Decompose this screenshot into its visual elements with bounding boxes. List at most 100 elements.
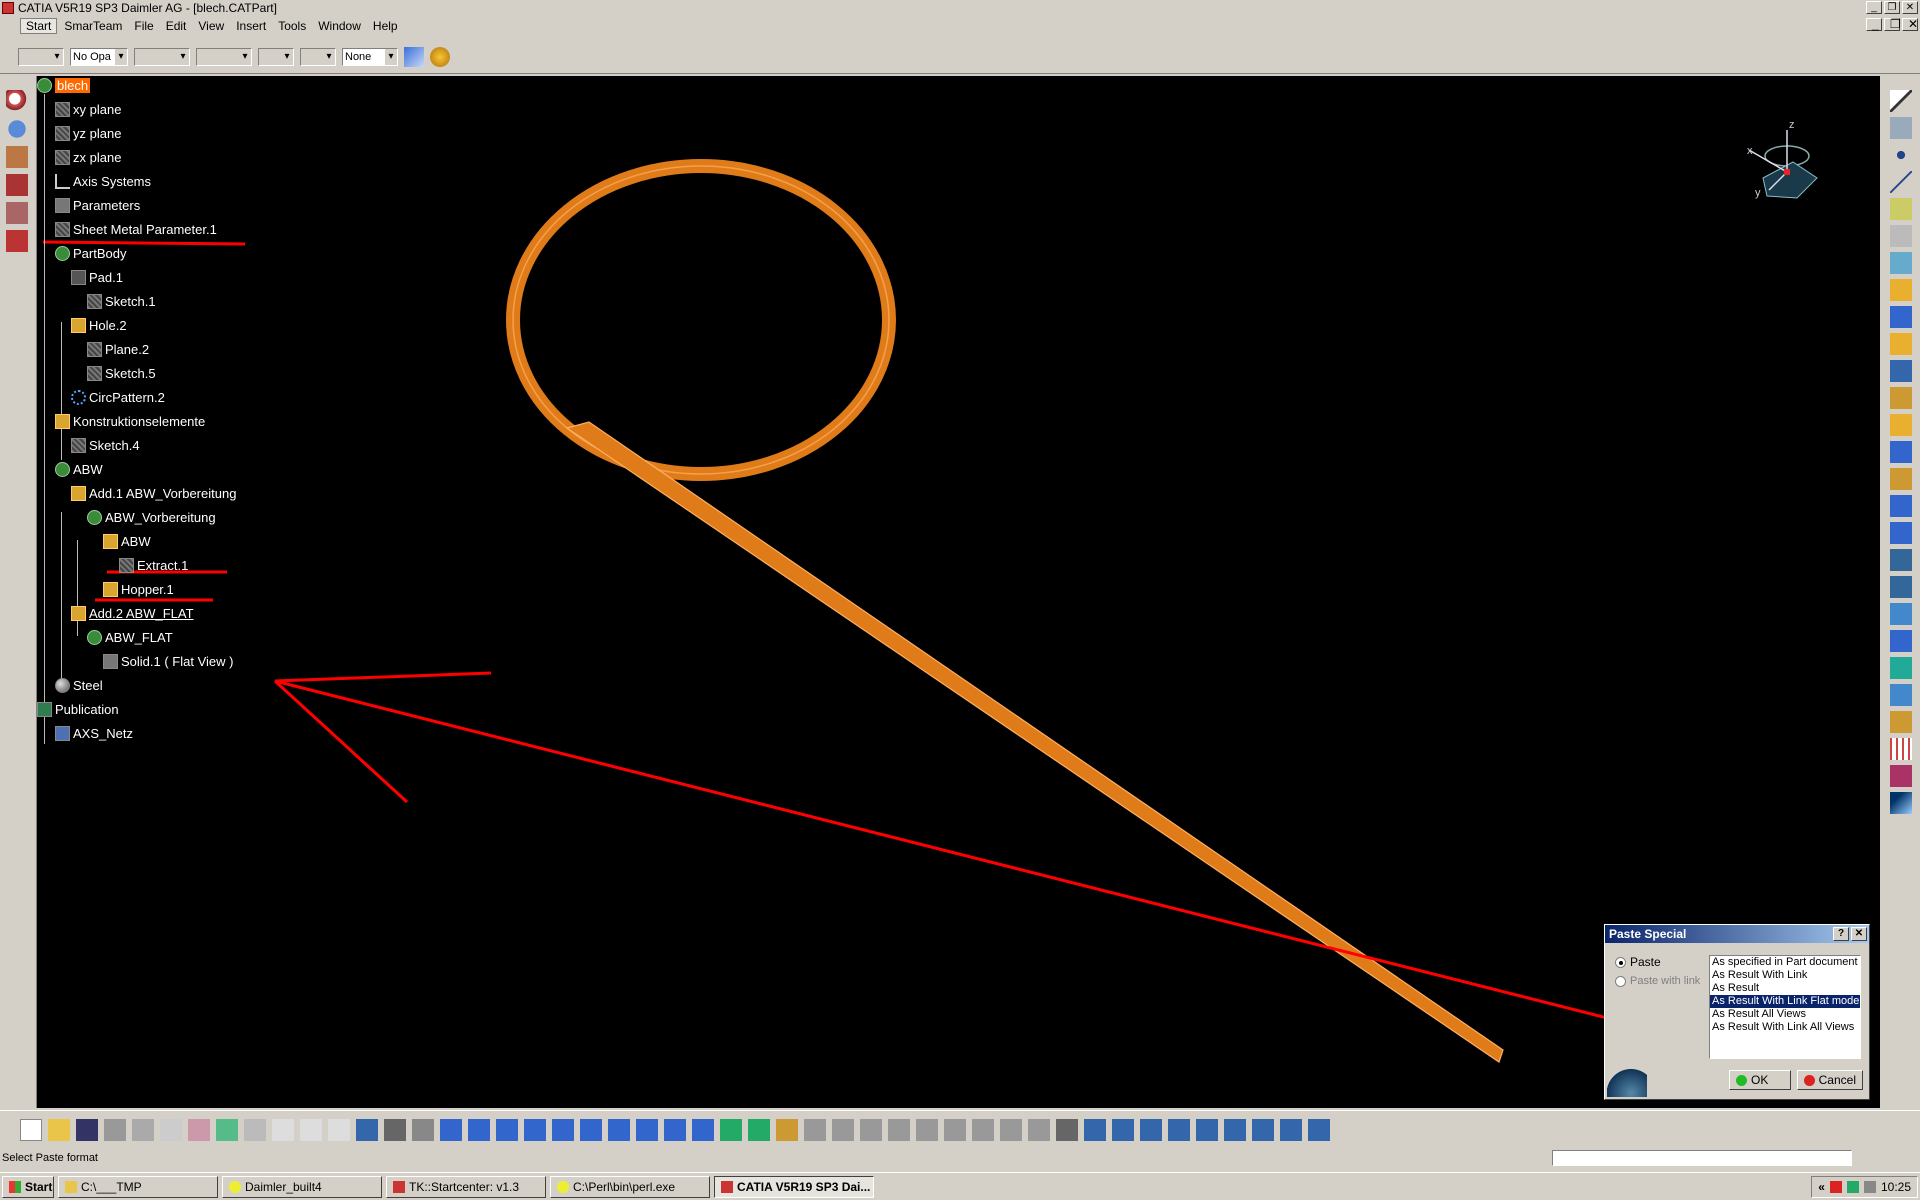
light-icon[interactable] [328,1118,350,1141]
list-item-as-result-all-views[interactable]: As Result All Views [1710,1008,1860,1021]
corner-relief-icon[interactable] [1890,441,1912,463]
paste-format-list[interactable]: As specified in Part document As Result … [1709,955,1861,1059]
dialog-close-button[interactable]: ✕ [1851,927,1867,941]
stiffener-icon[interactable] [1890,549,1912,571]
tree-item-hole[interactable]: Hole.2 [71,316,127,334]
tree-item-axis-systems[interactable]: Axis Systems [55,172,151,190]
radio-dot-selected[interactable] [1615,956,1626,968]
swap-space-icon[interactable] [748,1118,770,1141]
menu-insert[interactable]: Insert [231,19,271,33]
tree-root-blech[interactable]: blech [37,76,91,94]
dialog-title-bar[interactable]: Paste Special ? ✕ [1605,925,1869,943]
tree-item-zx-plane[interactable]: zx plane [55,148,121,166]
sheet-3-icon[interactable] [888,1118,910,1141]
sheet-5-icon[interactable] [944,1118,966,1141]
select-icon[interactable] [1890,90,1912,112]
menu-file[interactable]: File [129,19,158,33]
knowledge-tool-icon[interactable] [384,1118,406,1141]
sketch-tool-icon[interactable] [1890,117,1912,139]
info-icon[interactable] [6,118,28,140]
bend-icon[interactable] [1890,279,1912,301]
workbench-6-icon[interactable] [1224,1118,1246,1141]
unfold-icon[interactable] [1890,306,1912,328]
network-icon[interactable] [1846,1181,1859,1193]
hole-tool-icon[interactable] [1890,414,1912,436]
list-item-as-specified[interactable]: As specified in Part document [1710,956,1860,969]
copy-icon[interactable] [160,1118,182,1141]
tree-item-circpattern[interactable]: CircPattern.2 [71,388,165,406]
measure-icon[interactable] [6,230,28,252]
taskbar-item-catia[interactable]: CATIA V5R19 SP3 Dai... [714,1175,874,1198]
volume-icon[interactable] [1863,1181,1876,1193]
clock[interactable]: 10:25 [1881,1180,1911,1194]
tree-item-partbody[interactable]: PartBody [55,244,126,262]
sheet-icon[interactable] [832,1118,854,1141]
tree-item-axs-netz[interactable]: AXS_Netz [55,724,133,742]
iso-view-icon[interactable] [664,1118,686,1141]
line-type-combo[interactable] [134,47,190,66]
list-item-as-result-with-link[interactable]: As Result With Link [1710,969,1860,982]
fold-icon[interactable] [1890,333,1912,355]
tree-item-plane-2[interactable]: Plane.2 [87,340,149,358]
tree-item-abw[interactable]: ABW [55,460,103,478]
search-icon[interactable] [6,90,28,112]
workbench-4-icon[interactable] [1168,1118,1190,1141]
menu-edit[interactable]: Edit [161,19,192,33]
taskbar-item-daimler[interactable]: Daimler_built4 [222,1175,382,1198]
doc-minimize-button[interactable]: _ [1866,18,1882,31]
new-icon[interactable] [20,1118,42,1141]
workbench-9-icon[interactable] [1308,1118,1330,1141]
workbench-8-icon[interactable] [1280,1118,1302,1141]
hide-show-icon[interactable] [720,1118,742,1141]
layer-icon[interactable] [1890,684,1912,706]
catalog-icon[interactable] [6,174,28,196]
fit-all-icon[interactable] [468,1118,490,1141]
tree-item-add-2[interactable]: Add.2 ABW_FLAT [71,604,194,622]
opacity-combo[interactable]: No Opa [70,47,128,66]
menu-tools[interactable]: Tools [273,19,311,33]
table-icon[interactable] [356,1118,378,1141]
restore-button[interactable]: ❐ [1884,1,1900,14]
workbench-5-icon[interactable] [1196,1118,1218,1141]
sheet-6-icon[interactable] [972,1118,994,1141]
scan-icon[interactable] [1056,1118,1078,1141]
render-style-icon[interactable] [692,1118,714,1141]
point-icon[interactable] [1890,144,1912,166]
tree-item-publication[interactable]: Publication [37,700,119,718]
list-item-as-result[interactable]: As Result [1710,982,1860,995]
normal-view-icon[interactable] [608,1118,630,1141]
taskbar-item-startcenter[interactable]: TK::Startcenter: v1.3 [386,1175,546,1198]
start-button[interactable]: Start [2,1175,54,1198]
doc-restore-button[interactable]: ❐ [1884,18,1901,31]
tree-item-hopper[interactable]: Hopper.1 [103,580,174,598]
tree-item-abw-flat[interactable]: ABW_FLAT [87,628,173,646]
pattern-icon[interactable] [1890,468,1912,490]
tree-item-abw-set[interactable]: ABW [103,532,151,550]
tree-item-steel[interactable]: Steel [55,676,103,694]
tree-item-add-1[interactable]: Add.1 ABW_Vorbereitung [71,484,236,502]
menu-smarteam[interactable]: SmarTeam [59,19,127,33]
cutout-icon[interactable] [1890,387,1912,409]
comment-icon[interactable] [300,1118,322,1141]
tree-item-extract[interactable]: Extract.1 [119,556,188,574]
macro-icon[interactable] [6,202,28,224]
rendering-style-combo[interactable] [300,47,336,66]
tree-item-solid-flat-view[interactable]: Solid.1 ( Flat View ) [103,652,233,670]
tree-item-yz-plane[interactable]: yz plane [55,124,121,142]
measure-tool-icon[interactable] [1890,711,1912,733]
open-icon[interactable] [48,1118,70,1141]
tree-item-xy-plane[interactable]: xy plane [55,100,121,118]
surface-stamp-icon[interactable] [1890,576,1912,598]
box-icon[interactable] [1890,630,1912,652]
antivirus-icon[interactable] [1829,1181,1842,1193]
knowledge-icon[interactable] [6,146,28,168]
formula-icon[interactable] [272,1118,294,1141]
command-input[interactable] [1552,1150,1852,1166]
menu-window[interactable]: Window [313,19,366,33]
workbench-7-icon[interactable] [1252,1118,1274,1141]
compass-widget[interactable]: x y z [1727,106,1827,206]
tree-item-pad[interactable]: Pad.1 [71,268,123,286]
layer-combo[interactable]: None [342,47,398,66]
format-painter-icon[interactable] [404,46,424,67]
dialog-help-button[interactable]: ? [1833,927,1849,941]
